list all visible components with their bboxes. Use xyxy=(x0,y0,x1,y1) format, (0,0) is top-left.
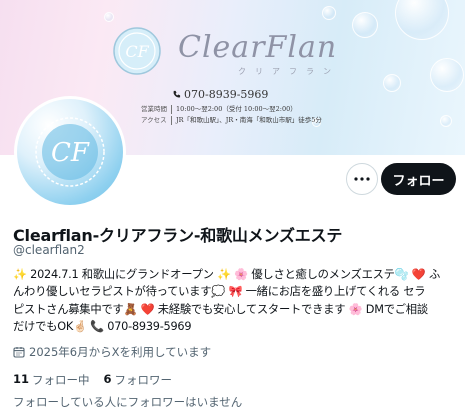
avatar-image: CF xyxy=(17,99,123,205)
handle: @clearflan2 xyxy=(13,243,85,257)
bubble-decoration xyxy=(440,115,452,127)
following-count: 11 xyxy=(13,372,30,386)
brand-name: ClearFlan xyxy=(178,30,338,65)
access-label: アクセス xyxy=(141,116,167,124)
bio-line: んわり優しいセラピストが待っています💭 🎀 一緒にお店を盛り上げてくれる セラ xyxy=(13,285,426,299)
more-dots-icon xyxy=(354,177,370,181)
follow-button[interactable]: フォロー xyxy=(381,163,456,195)
bubble-decoration xyxy=(383,74,401,92)
banner-shop-info: 営業時間 10:00～翌2:00（受付 10:00～翌2:00） アクセス JR… xyxy=(141,104,322,126)
access-value: JR「和歌山駅」、JR・南海「和歌山市駅」徒歩5分 xyxy=(176,116,322,124)
profile-bio: ✨ 2024.7.1 和歌山にグランドオープン ✨ 🌸 優しさと癒しのメンズエス… xyxy=(13,266,459,336)
phone-icon xyxy=(173,90,181,98)
joined-text: 2025年6月からXを利用しています xyxy=(29,345,212,359)
hours-value: 10:00～翌2:00（受付 10:00～翌2:00） xyxy=(176,105,297,113)
calendar-icon xyxy=(13,347,25,358)
bio-line: だけでもOK🤞🏻 📞 070-8939-5969 xyxy=(13,320,192,334)
banner-phone: 070-8939-5969 xyxy=(172,88,268,101)
bubble-decoration xyxy=(352,12,378,38)
joined-date: 2025年6月からXを利用しています xyxy=(13,344,211,360)
followers-you-know-note: フォローしている人にフォロワーはいません xyxy=(13,395,243,409)
bubble-decoration xyxy=(104,12,114,22)
followers-count: 6 xyxy=(103,372,112,386)
banner-phone-number: 070-8939-5969 xyxy=(184,88,269,101)
avatar[interactable]: CF xyxy=(14,96,126,208)
follow-stats: 11 フォロー中 6 フォロワー xyxy=(13,372,172,388)
brand-emblem-logo: CF xyxy=(113,27,161,75)
followers-label: フォロワー xyxy=(114,373,173,387)
hours-label: 営業時間 xyxy=(141,105,167,113)
bio-line: ピストさん募集中です🧸 ❤️ 未経験でも安心してスタートできます 🌸 DMでご相… xyxy=(13,302,428,316)
bubble-decoration xyxy=(322,6,336,20)
following-label: フォロー中 xyxy=(32,373,90,387)
avatar-monogram: CF xyxy=(51,138,90,168)
brand-kana: クリアフラン xyxy=(238,67,340,76)
followers-link[interactable]: 6 フォロワー xyxy=(104,372,173,388)
bio-line: ✨ 2024.7.1 和歌山にグランドオープン ✨ 🌸 優しさと癒しのメンズエス… xyxy=(13,268,441,281)
bubble-decoration xyxy=(430,58,464,92)
bubble-decoration xyxy=(395,0,449,40)
more-options-button[interactable] xyxy=(346,163,378,195)
emblem-text: CF xyxy=(125,42,149,61)
following-link[interactable]: 11 フォロー中 xyxy=(13,372,90,388)
